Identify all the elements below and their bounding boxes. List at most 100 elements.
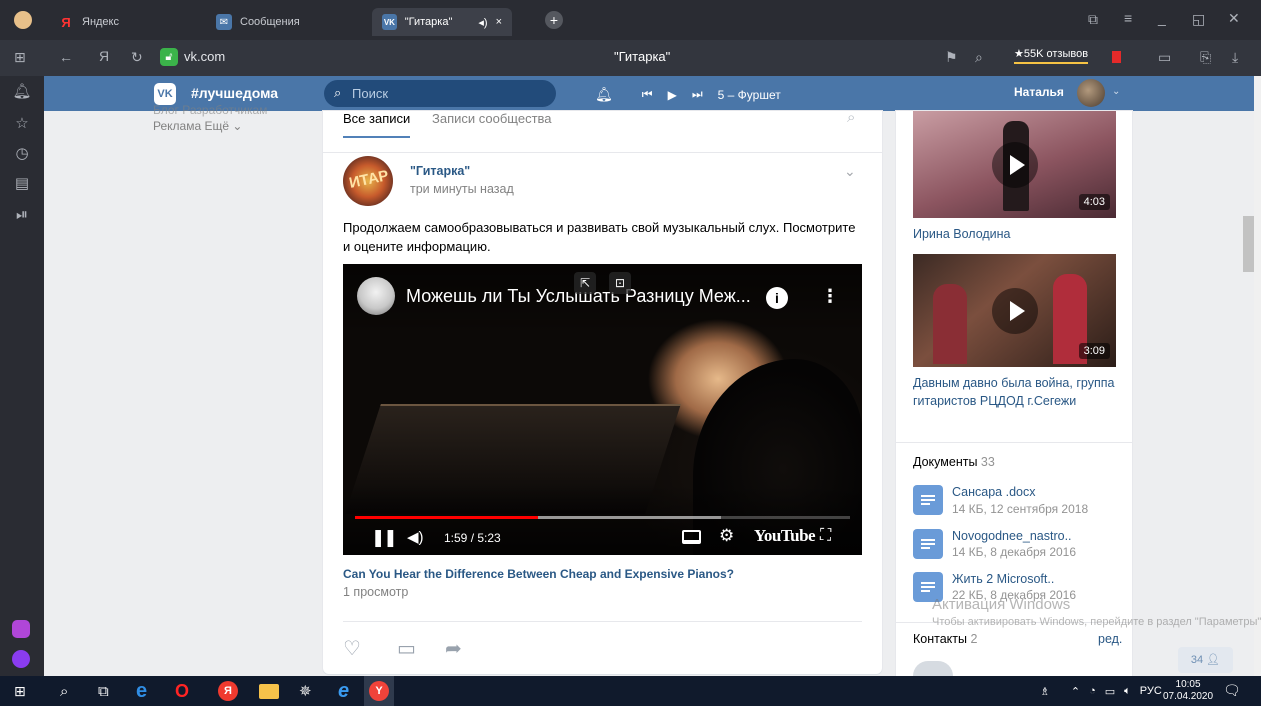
- tab-audio-icon[interactable]: ◂): [478, 16, 487, 29]
- file-explorer-icon[interactable]: [259, 684, 279, 699]
- document-name[interactable]: Жить 2 Microsoft..: [952, 572, 1054, 586]
- video-more-icon[interactable]: ⋮: [821, 286, 839, 307]
- search-page-icon[interactable]: ⌕: [975, 50, 983, 64]
- download-icon[interactable]: ⤓: [1232, 50, 1238, 64]
- video-caption-link[interactable]: Can You Hear the Difference Between Chea…: [343, 567, 734, 581]
- media-play-icon[interactable]: ⏯: [12, 206, 32, 226]
- document-icon[interactable]: [913, 529, 943, 559]
- language-indicator[interactable]: РУС: [1140, 685, 1162, 697]
- tabs-grid-icon[interactable]: ⊞: [14, 50, 26, 64]
- document-name[interactable]: Novogodnee_nastro..: [952, 529, 1072, 543]
- tab-all-posts[interactable]: Все записи: [343, 111, 411, 138]
- restore-icon[interactable]: ◱: [1192, 12, 1205, 26]
- sidebar-video-title[interactable]: Давным давно была война, группа гитарист…: [913, 374, 1118, 410]
- bookmarks-star-icon[interactable]: ☆: [12, 114, 32, 134]
- yandex-menu-icon[interactable]: [14, 11, 32, 29]
- tab-messages[interactable]: ✉ Сообщения: [216, 8, 300, 36]
- youtube-video-player[interactable]: Можешь ли Ты Услышать Разницу Меж... ⇱ ⊡…: [343, 264, 862, 555]
- action-center-icon[interactable]: 🗨︎: [1223, 682, 1241, 699]
- extensions-icon[interactable]: ⎘: [1200, 50, 1211, 64]
- youtube-logo[interactable]: YouTube: [754, 526, 816, 546]
- video-watch-later-icon[interactable]: ⊡: [609, 272, 631, 294]
- url-domain[interactable]: vk.com: [184, 50, 225, 63]
- pause-icon[interactable]: ❚❚: [371, 528, 397, 548]
- tab-close-icon[interactable]: ×: [496, 16, 502, 28]
- sidebar-video-title[interactable]: Ирина Володина: [913, 225, 1118, 243]
- next-track-icon[interactable]: ⏭: [692, 87, 703, 102]
- tab-gitarka[interactable]: VK "Гитарка" ◂) ×: [372, 8, 512, 36]
- battery-icon[interactable]: ▭: [1158, 50, 1171, 64]
- magic-wand-icon[interactable]: ✵: [299, 681, 312, 701]
- yandex-browser-icon[interactable]: Я: [218, 681, 238, 701]
- minimize-icon[interactable]: _: [1158, 11, 1166, 25]
- volume-tray-icon[interactable]: 🔈︎: [1124, 685, 1131, 698]
- settings-gear-icon[interactable]: ⚙: [719, 526, 734, 546]
- messages-badge[interactable]: 34 👤︎: [1178, 647, 1233, 673]
- task-view-icon[interactable]: ⧉: [98, 681, 109, 701]
- hashtag-banner[interactable]: #лучшедома: [191, 85, 278, 101]
- lock-icon[interactable]: 🔓︎: [160, 48, 178, 66]
- yandex-home-icon[interactable]: Я: [99, 49, 109, 63]
- play-icon[interactable]: ▶: [668, 88, 677, 102]
- post-author[interactable]: "Гитарка": [410, 164, 470, 178]
- reload-icon[interactable]: ↻: [131, 50, 143, 64]
- user-menu-chevron-icon[interactable]: ⌄: [1112, 86, 1120, 97]
- internet-explorer-icon[interactable]: e: [338, 680, 349, 702]
- community-avatar[interactable]: ИТАР: [343, 156, 393, 206]
- menu-icon[interactable]: ≡: [1124, 11, 1132, 25]
- video-share-icon[interactable]: ⇱: [574, 272, 596, 294]
- bell-icon[interactable]: 🔔︎: [595, 86, 613, 103]
- prev-track-icon[interactable]: ⏮: [642, 87, 653, 102]
- wall-search-icon[interactable]: ⌕: [847, 109, 855, 126]
- start-windows-icon[interactable]: ⊞: [14, 681, 26, 701]
- reader-icon[interactable]: ▤: [12, 174, 32, 194]
- battery-tray-icon[interactable]: ▭: [1105, 685, 1115, 698]
- share-arrow-icon[interactable]: ➦: [445, 636, 462, 661]
- opera-icon[interactable]: O: [175, 681, 189, 701]
- taskbar-clock[interactable]: 10:05 07.04.2020: [1163, 679, 1213, 703]
- notifications-bell-icon[interactable]: 🔔︎: [12, 82, 32, 102]
- contact-avatar[interactable]: [913, 661, 953, 676]
- alice-app-icon[interactable]: [12, 620, 30, 638]
- footer-links-more[interactable]: Реклама Ещё ⌄: [153, 118, 267, 134]
- scrollbar-thumb[interactable]: [1243, 216, 1254, 272]
- tab-community-posts[interactable]: Записи сообщества: [432, 111, 552, 126]
- video-thumbnail-2[interactable]: 3:09: [913, 254, 1116, 367]
- video-thumbnail-1[interactable]: 4:03: [913, 111, 1116, 218]
- channel-avatar[interactable]: [357, 277, 395, 315]
- video-info-icon[interactable]: i: [766, 287, 788, 309]
- thumbnail-play-icon[interactable]: [991, 141, 1038, 188]
- close-window-icon[interactable]: ✕: [1228, 11, 1240, 25]
- bookmark-red-icon[interactable]: [1112, 51, 1121, 63]
- reviews-link[interactable]: ★55K отзывов: [1014, 49, 1089, 64]
- tab-yandex[interactable]: Я Яндекс: [58, 8, 119, 36]
- tray-chevron-icon[interactable]: ⌃: [1071, 685, 1080, 698]
- footer-links[interactable]: Блог Разработчикам: [153, 102, 267, 118]
- comment-icon[interactable]: ▭: [397, 636, 416, 661]
- yandex-app-icon[interactable]: Y: [364, 676, 394, 706]
- protect-icon[interactable]: ⚑: [945, 50, 958, 64]
- back-icon[interactable]: ←: [59, 50, 73, 64]
- wifi-icon[interactable]: ◔: [1089, 685, 1096, 697]
- edge-icon[interactable]: e: [136, 680, 147, 702]
- track-title[interactable]: 5 – Фуршет: [718, 88, 781, 102]
- like-heart-icon[interactable]: ♡: [343, 636, 361, 661]
- video-progress-bar[interactable]: [355, 516, 850, 519]
- document-name[interactable]: Сансара .docx: [952, 485, 1035, 499]
- search-icon[interactable]: ⌕: [60, 681, 68, 701]
- subtitles-icon[interactable]: [682, 530, 701, 544]
- contacts-edit-link[interactable]: ред.: [1098, 632, 1122, 646]
- user-avatar[interactable]: [1077, 79, 1105, 107]
- tab-list-icon[interactable]: ⧉: [1088, 12, 1098, 26]
- document-icon[interactable]: [913, 485, 943, 515]
- volume-icon[interactable]: ◀): [407, 528, 424, 546]
- thumbnail-play-icon[interactable]: [991, 287, 1038, 334]
- people-icon[interactable]: ♗: [1040, 685, 1050, 698]
- alice-voice-icon[interactable]: [12, 650, 30, 668]
- post-time[interactable]: три минуты назад: [410, 182, 514, 196]
- documents-header[interactable]: Документы 33: [913, 455, 995, 469]
- search-input[interactable]: ⌕ Поиск: [324, 80, 556, 107]
- page-scrollbar[interactable]: [1254, 76, 1261, 676]
- contacts-header[interactable]: Контакты 2: [913, 632, 977, 646]
- fullscreen-icon[interactable]: ⛶: [820, 527, 831, 545]
